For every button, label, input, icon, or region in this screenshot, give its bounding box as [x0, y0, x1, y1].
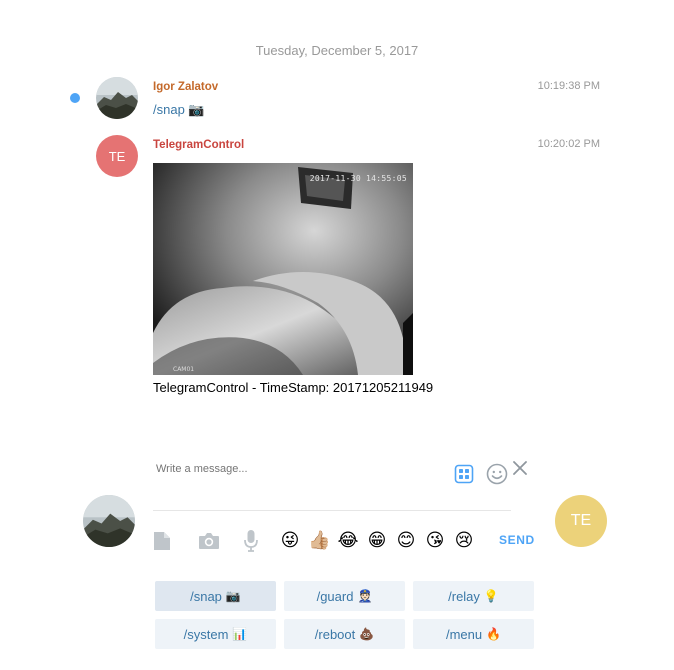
message-time: 10:19:38 PM: [537, 80, 600, 92]
avatar-initials: TE: [108, 148, 126, 164]
attach-document-button[interactable]: [151, 529, 173, 553]
keyboard-button-emoji: 💩: [359, 627, 375, 641]
microphone-icon: [244, 530, 258, 552]
quick-emoji-button[interactable]: 😊: [395, 530, 417, 552]
self-avatar-photo[interactable]: [83, 495, 135, 547]
composer-divider: [153, 510, 511, 511]
avatar-telegramcontrol[interactable]: TE: [96, 135, 138, 177]
keyboard-button-system[interactable]: /system 📊: [155, 619, 276, 649]
keyboard-button-label: /reboot: [314, 626, 356, 642]
send-button[interactable]: SEND: [499, 533, 535, 547]
keyboard-button-emoji: 🔥: [486, 627, 502, 641]
keyboard-button-guard[interactable]: /guard 👮🏻: [284, 581, 405, 611]
keyboard-button-relay[interactable]: /relay 💡: [413, 581, 534, 611]
keyboard-button-emoji: 💡: [483, 589, 499, 603]
message-time: 10:20:02 PM: [537, 138, 600, 150]
keyboard-button-label: /guard: [316, 588, 354, 604]
keyboard-button-reboot[interactable]: /reboot 💩: [284, 619, 405, 649]
self-avatar-initials[interactable]: TE: [555, 495, 607, 547]
message-text: /snap 📷: [153, 102, 205, 117]
message-author[interactable]: Igor Zalatov: [153, 81, 218, 93]
date-separator: Tuesday, December 5, 2017: [255, 43, 419, 58]
keyboard-button-emoji: 📊: [232, 627, 248, 641]
keyboard-button-label: /relay: [448, 588, 480, 604]
keyboard-button-snap[interactable]: /snap 📷: [155, 581, 276, 611]
quick-emoji-button[interactable]: 😁: [366, 530, 388, 552]
quick-emoji-button[interactable]: 😘: [424, 530, 446, 552]
emoji-smiley-icon: [486, 463, 508, 485]
message-author[interactable]: TelegramControl: [153, 139, 244, 151]
camera-snapshot-photo[interactable]: 2017-11-30 14:55:05 CAM01: [153, 163, 413, 375]
message-input[interactable]: [156, 463, 446, 475]
mountain-photo-icon: [96, 77, 138, 119]
attach-photo-button[interactable]: [197, 530, 221, 552]
record-voice-button[interactable]: [242, 528, 260, 554]
bot-keyboard-icon: [454, 464, 474, 484]
keyboard-button-label: /system: [183, 626, 229, 642]
camera-icon: [199, 533, 219, 549]
keyboard-button-label: /menu: [445, 626, 483, 642]
close-icon: [513, 461, 527, 475]
emoji-picker-button[interactable]: [485, 462, 509, 486]
mountain-photo-icon: [83, 495, 135, 547]
photo-caption: TelegramControl - TimeStamp: 20171205211…: [153, 380, 434, 395]
unread-indicator: [70, 93, 80, 103]
quick-emoji-button[interactable]: 😜: [279, 530, 301, 552]
keyboard-button-menu[interactable]: /menu 🔥: [413, 619, 534, 649]
close-keyboard-button[interactable]: [511, 459, 529, 477]
keyboard-button-emoji: 📷: [225, 589, 241, 603]
quick-emoji-button[interactable]: 👍🏼: [308, 530, 330, 552]
photo-timestamp-overlay: 2017-11-30 14:55:05: [309, 174, 407, 183]
bot-keyboard-toggle-button[interactable]: [453, 463, 475, 485]
night-camera-image: [153, 163, 413, 375]
quick-emoji-button[interactable]: 😢: [453, 530, 475, 552]
avatar-initials: TE: [570, 512, 592, 529]
document-icon: [154, 532, 170, 550]
keyboard-button-emoji: 👮🏻: [357, 589, 373, 603]
quick-emoji-button[interactable]: 😂: [337, 530, 359, 552]
avatar-igor[interactable]: [96, 77, 138, 119]
keyboard-button-label: /snap: [190, 588, 222, 604]
photo-camera-label: CAM01: [173, 366, 195, 373]
